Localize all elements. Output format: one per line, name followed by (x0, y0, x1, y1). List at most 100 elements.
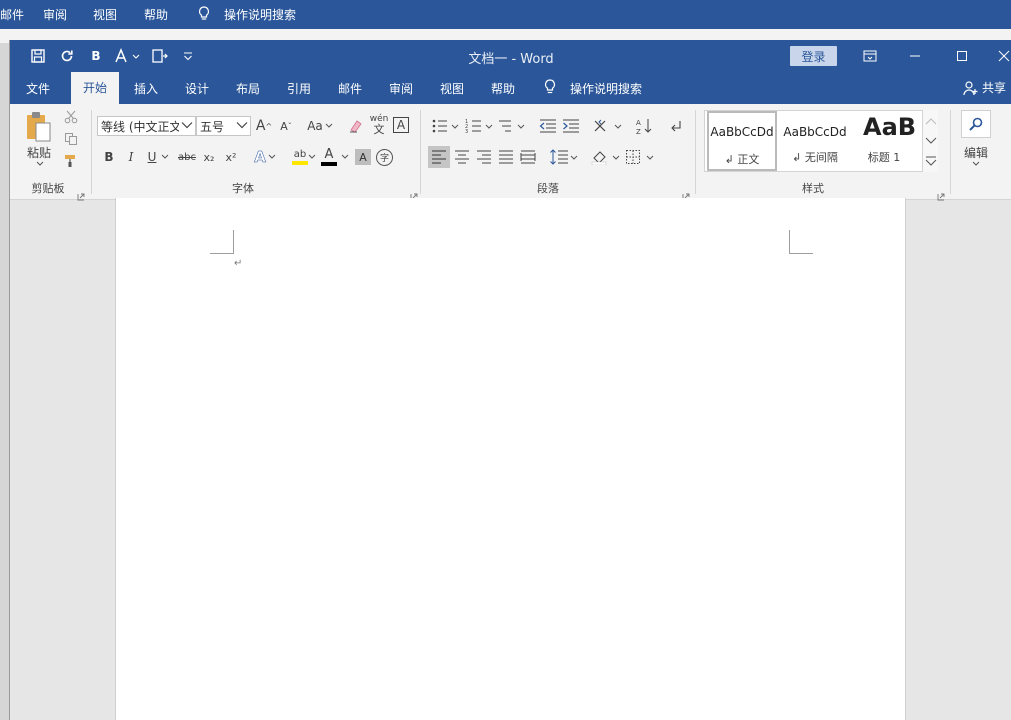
tab-file[interactable]: 文件 (26, 80, 50, 97)
svg-text:A: A (636, 119, 641, 127)
paragraph-launcher-icon[interactable] (682, 186, 690, 201)
paragraph-group-label: 段落 (537, 182, 559, 195)
bold-button[interactable]: B (101, 148, 117, 166)
bg-tab-mail: 邮件 (0, 8, 25, 22)
tab-review[interactable]: 审阅 (389, 80, 413, 97)
font-size-value: 五号 (200, 120, 225, 134)
italic-button[interactable]: I (123, 148, 139, 166)
tell-me-search[interactable]: 操作说明搜索 (570, 80, 642, 97)
bullets-button[interactable] (430, 116, 460, 136)
bg-lightbulb-icon (198, 6, 210, 24)
font-color-dropdown-icon[interactable] (340, 148, 350, 166)
character-border-button[interactable]: A (393, 117, 409, 133)
maximize-icon[interactable] (952, 46, 972, 66)
share-person-icon (963, 80, 978, 95)
distributed-align-button[interactable] (517, 146, 539, 168)
tab-references[interactable]: 引用 (287, 80, 311, 97)
shading-button[interactable] (590, 146, 622, 168)
font-launcher-icon[interactable] (410, 186, 418, 201)
style-normal[interactable]: AaBbCcDd ↲ 正文 (707, 111, 777, 171)
show-formatting-marks-icon[interactable] (666, 116, 686, 136)
align-right-button[interactable] (473, 146, 495, 168)
strikethrough-button[interactable]: abc (176, 148, 198, 166)
lightbulb-icon[interactable] (544, 79, 556, 98)
share-button[interactable]: 共享 (963, 79, 1006, 96)
find-icon[interactable] (961, 110, 991, 138)
font-color-button[interactable]: A (318, 146, 340, 168)
text-effects-glyph: A (254, 148, 266, 167)
copy-icon[interactable] (63, 131, 79, 147)
ribbon-display-options-icon[interactable] (860, 46, 880, 66)
paragraph-mark: ↵ (234, 258, 243, 269)
group-separator (950, 110, 951, 194)
numbering-button[interactable]: 123 (464, 116, 494, 136)
clipboard-launcher-icon[interactable] (77, 186, 85, 201)
styles-scroll (922, 110, 938, 172)
chevron-down-icon[interactable] (923, 132, 939, 150)
margin-corner-top-right (789, 230, 813, 254)
margin-corner-top-left (210, 230, 234, 254)
highlight-dropdown-icon[interactable] (307, 148, 317, 166)
underline-dropdown-icon[interactable] (160, 148, 170, 166)
bg-tab-review: 审阅 (43, 8, 68, 22)
superscript-button[interactable]: x² (222, 148, 240, 166)
document-page[interactable]: ↵ (115, 198, 906, 720)
bg-tab-view: 视图 (93, 8, 118, 22)
tab-insert[interactable]: 插入 (134, 80, 158, 97)
align-left-button[interactable] (428, 146, 450, 168)
underline-button[interactable]: U (144, 148, 160, 166)
editing-dropdown-icon[interactable] (971, 160, 981, 168)
clear-formatting-icon[interactable] (347, 116, 365, 136)
close-icon[interactable] (998, 46, 1011, 66)
line-spacing-button[interactable] (548, 146, 580, 168)
font-group-label: 字体 (232, 182, 254, 195)
style-preview: AaBbCcDd (783, 125, 847, 139)
grow-font-button[interactable]: A ^ (254, 116, 274, 136)
text-effects-button[interactable]: A (251, 148, 279, 166)
grow-font-glyph: A (255, 118, 266, 134)
sign-in-button[interactable]: 登录 (790, 46, 837, 66)
subscript-button[interactable]: x₂ (200, 148, 218, 166)
increase-indent-icon[interactable] (561, 116, 581, 136)
style-name: 标题 1 (867, 151, 901, 164)
decrease-indent-icon[interactable] (538, 116, 558, 136)
title-bar: B 文档一 - Word 登录 (10, 40, 1011, 72)
character-shading-button[interactable]: A (355, 149, 371, 165)
sort-icon[interactable]: AZ (634, 116, 654, 136)
font-size-select[interactable]: 五号 (196, 116, 251, 136)
paste-button[interactable]: 粘贴 (22, 144, 56, 160)
minimize-icon[interactable] (905, 46, 925, 66)
tab-layout[interactable]: 布局 (236, 80, 260, 97)
chevron-up-icon[interactable] (923, 112, 939, 130)
tab-view[interactable]: 视图 (440, 80, 464, 97)
font-family-select[interactable]: 等线 (中文正文) (97, 116, 196, 136)
editing-button[interactable]: 编辑 (958, 144, 994, 160)
style-no-spacing[interactable]: AaBbCcDd ↲ 无间隔 (781, 111, 849, 171)
paste-icon[interactable] (22, 110, 56, 144)
chinese-layout-button[interactable] (592, 116, 624, 136)
tab-mailings[interactable]: 邮件 (338, 80, 362, 97)
phonetic-guide-button[interactable]: wén 文 (370, 113, 389, 137)
background-ribbon: 邮件 审阅 视图 帮助 操作说明搜索 (0, 0, 1011, 29)
highlight-color-bar (292, 160, 308, 165)
shrink-font-button[interactable]: Aˇ (276, 116, 296, 136)
borders-button[interactable] (624, 146, 656, 168)
bg-tab-help: 帮助 (144, 8, 169, 22)
style-preview: AaBbCcDd (710, 125, 774, 139)
style-heading-1[interactable]: AaBl 标题 1 (851, 111, 917, 171)
tab-design[interactable]: 设计 (185, 80, 209, 97)
chevron-down-icon (236, 119, 248, 134)
tab-help[interactable]: 帮助 (491, 80, 515, 97)
tab-home[interactable]: 开始 (71, 72, 120, 104)
styles-more-icon[interactable] (923, 152, 939, 170)
multilevel-list-button[interactable] (497, 116, 527, 136)
format-painter-icon[interactable] (63, 153, 79, 169)
align-center-button[interactable] (451, 146, 473, 168)
styles-launcher-icon[interactable] (937, 186, 945, 201)
cut-icon[interactable] (63, 109, 79, 125)
justify-button[interactable] (495, 146, 517, 168)
enclose-characters-button[interactable]: 字 (376, 149, 393, 166)
paste-dropdown-icon[interactable] (35, 160, 45, 168)
change-case-button[interactable]: Aa (305, 116, 335, 136)
bg-tell-me: 操作说明搜索 (224, 8, 297, 22)
